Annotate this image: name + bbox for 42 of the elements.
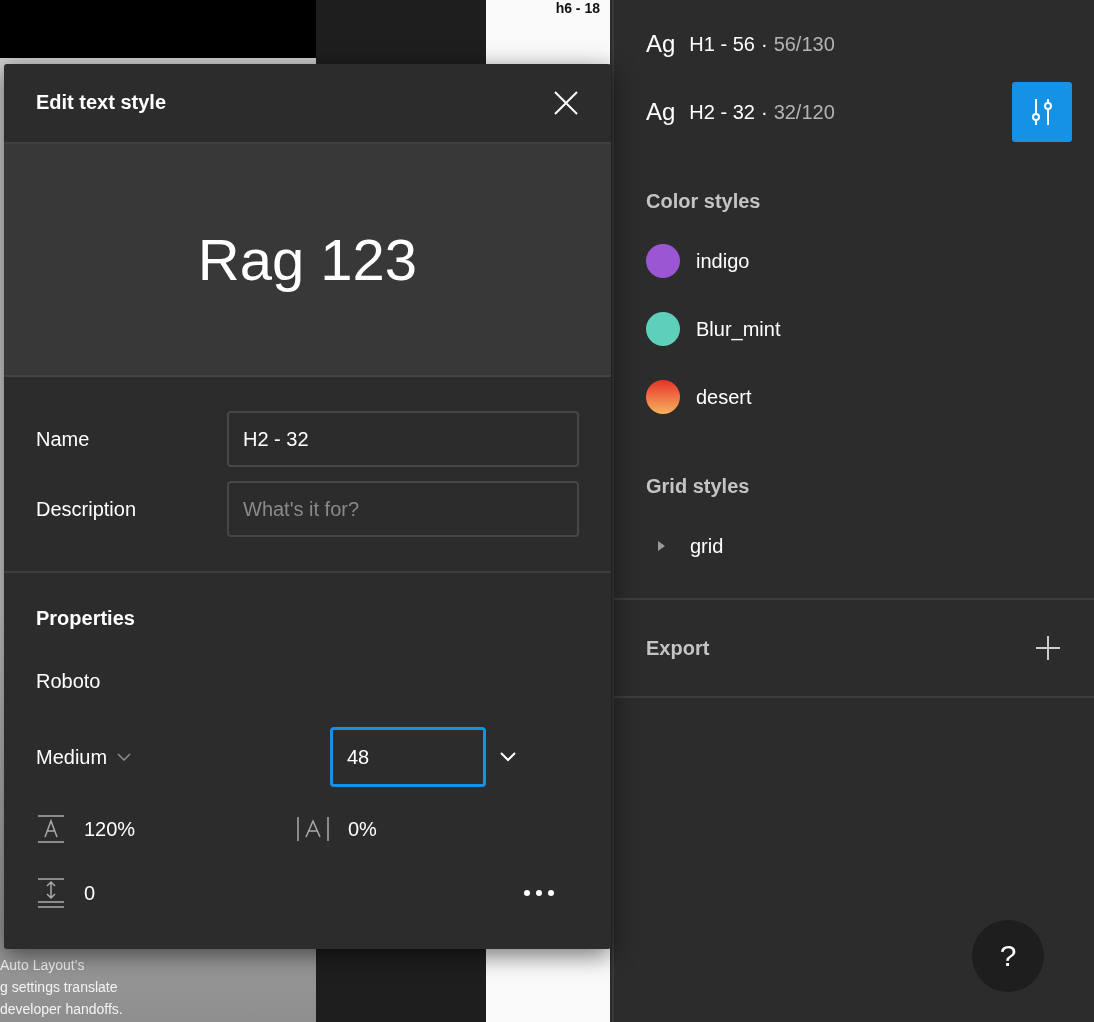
- color-style-name[interactable]: indigo: [696, 249, 750, 273]
- section-title: Export: [646, 636, 710, 660]
- field-label: Description: [36, 497, 137, 521]
- expand-caret-icon[interactable]: [656, 540, 666, 552]
- line-height-value: 120%: [84, 817, 136, 841]
- type-sample: Ag: [646, 98, 676, 126]
- preview-text: Rag 123: [197, 225, 418, 293]
- font-name: Roboto: [36, 670, 102, 693]
- text-style-metrics: 32/120: [773, 100, 835, 124]
- separator-dot: ·: [760, 100, 768, 124]
- dialog-title: Edit text style: [36, 91, 167, 115]
- help-button[interactable]: ?: [972, 920, 1044, 992]
- input-field[interactable]: H2 - 32: [227, 411, 579, 467]
- text-style-name[interactable]: H1 - 56: [689, 32, 755, 56]
- text-style-metrics: 56/130: [773, 32, 835, 56]
- section-title: Color styles: [646, 189, 762, 214]
- chevron-down-icon: [117, 753, 132, 761]
- sliders-icon: [1029, 97, 1055, 127]
- line-height-icon: [36, 814, 66, 844]
- canvas-text: developer handoffs.: [0, 1000, 124, 1018]
- section-title: Grid styles: [646, 474, 751, 499]
- weight-dropdown[interactable]: Medium: [36, 745, 330, 769]
- letter-spacing-value: 0%: [348, 817, 377, 841]
- text-style-name[interactable]: H2 - 32: [689, 100, 755, 124]
- paragraph-spacing-value: 0: [84, 881, 96, 905]
- color-style-name[interactable]: desert: [696, 385, 752, 409]
- section-title: Properties: [36, 607, 136, 630]
- more-icon: [523, 889, 555, 897]
- size-field[interactable]: 48: [330, 727, 486, 787]
- separator-dot: ·: [760, 32, 768, 56]
- chevron-down-icon: [500, 752, 516, 762]
- canvas-text: Auto Layout's: [0, 956, 86, 974]
- edit-style-button[interactable]: [1012, 82, 1072, 142]
- field-label: Name: [36, 427, 90, 451]
- letter-spacing-icon: [296, 814, 330, 844]
- input-field[interactable]: What's it for?: [227, 481, 579, 537]
- grid-style-name[interactable]: grid: [690, 534, 724, 558]
- canvas-text: g settings translate: [0, 978, 119, 996]
- frame-label: h6 - 18: [555, 0, 600, 16]
- paragraph-spacing-icon: [36, 877, 66, 909]
- color-style-name[interactable]: Blur_mint: [696, 317, 781, 341]
- type-sample: Ag: [646, 30, 676, 58]
